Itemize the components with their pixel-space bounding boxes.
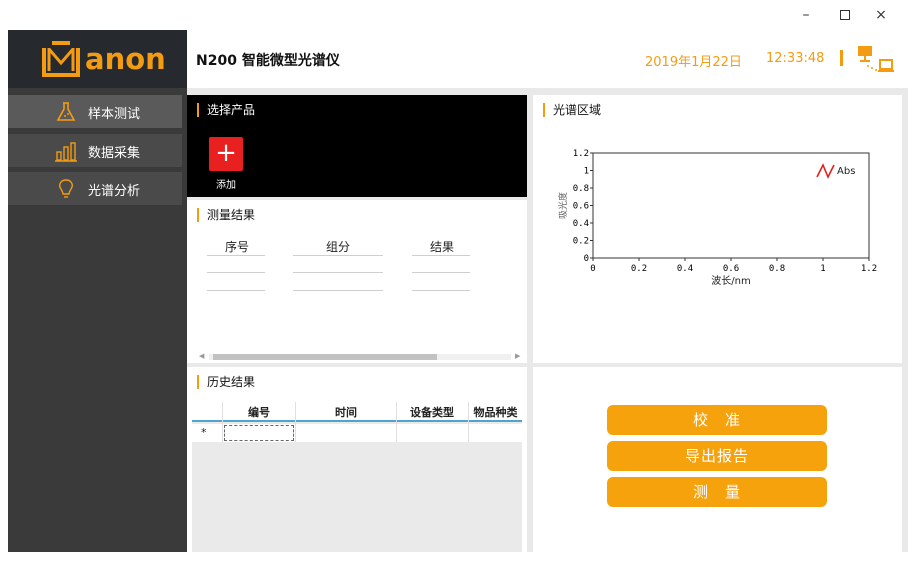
column-header-item-type[interactable]: 物品种类 <box>469 404 522 420</box>
grid-line <box>396 402 397 442</box>
maximize-button[interactable] <box>830 5 860 25</box>
y-tick-label: 0.4 <box>573 219 589 229</box>
y-axis: 0 0.2 0.4 0.6 0.8 1 1.2 <box>573 149 593 264</box>
spectrum-chart[interactable]: 0 0.2 0.4 0.6 0.8 1 1.2 0 0.2 0.4 0.6 0.8 1 1.2 波长/n… <box>533 95 902 363</box>
time-display: 12:33:48 <box>766 51 825 66</box>
grid-line <box>222 402 223 442</box>
new-row-marker: * <box>201 426 207 439</box>
y-tick-label: 1 <box>584 167 589 177</box>
scroll-right-icon[interactable]: ▶ <box>515 352 520 361</box>
selected-cell[interactable] <box>224 425 294 441</box>
x-tick-label: 1.2 <box>861 264 877 274</box>
column-underline <box>293 255 383 256</box>
column-header-index[interactable]: 序号 <box>207 238 267 255</box>
chart-legend: Abs <box>816 163 855 179</box>
x-tick-label: 0 <box>590 264 595 274</box>
row-line <box>412 290 470 291</box>
panel-title: 测量结果 <box>197 208 255 222</box>
bar-chart-icon <box>55 142 77 162</box>
sidebar-item-sample-test[interactable]: 样本测试 <box>8 95 182 128</box>
column-header-component[interactable]: 组分 <box>293 238 383 255</box>
column-underline <box>207 255 265 256</box>
measure-button[interactable]: 测 量 <box>607 477 827 507</box>
logo-text: anon <box>85 42 166 76</box>
spectrum-panel: 光谱区域 0 0.2 0.4 0.6 0.8 1 1.2 0 0.2 0.4 0.6 0.8 1 1.2… <box>533 95 902 363</box>
close-button[interactable]: × <box>866 5 896 25</box>
legend-label: Abs <box>837 166 855 177</box>
history-grid[interactable]: 编号 时间 设备类型 物品种类 * <box>192 402 522 552</box>
maximize-icon <box>840 10 850 20</box>
panel-title: 历史结果 <box>197 375 255 389</box>
x-axis: 0 0.2 0.4 0.6 0.8 1 1.2 <box>590 258 877 274</box>
measurement-results-panel: 测量结果 序号 组分 结果 ◀ ▶ <box>187 200 527 363</box>
logo: anon <box>8 30 187 88</box>
y-tick-label: 0 <box>584 254 589 264</box>
row-line <box>293 272 383 273</box>
grid-line <box>295 402 296 442</box>
column-header-number[interactable]: 编号 <box>224 404 294 420</box>
x-axis-label: 波长/nm <box>711 274 750 287</box>
x-tick-label: 0.8 <box>769 264 785 274</box>
grid-line <box>468 402 469 442</box>
network-computer-icon[interactable] <box>856 44 896 74</box>
row-line <box>207 290 265 291</box>
x-tick-label: 0.6 <box>723 264 739 274</box>
column-header-result[interactable]: 结果 <box>412 238 472 255</box>
row-line <box>412 272 470 273</box>
export-report-button[interactable]: 导出报告 <box>607 441 827 471</box>
lightbulb-icon <box>59 179 73 198</box>
panel-title: 选择产品 <box>197 103 255 117</box>
sidebar-item-label: 光谱分析 <box>88 184 141 199</box>
app-title: N200 智能微型光谱仪 <box>196 53 340 69</box>
y-tick-label: 0.8 <box>573 184 589 194</box>
scroll-thumb[interactable] <box>213 354 437 360</box>
history-grid-header: 编号 时间 设备类型 物品种类 <box>192 402 522 422</box>
date-display: 2019年1月22日 <box>645 55 742 70</box>
window-titlebar <box>0 0 917 30</box>
table-row[interactable]: * <box>192 424 522 442</box>
x-tick-label: 0.2 <box>631 264 647 274</box>
add-product-button[interactable]: + <box>209 137 243 171</box>
scroll-left-icon[interactable]: ◀ <box>199 352 204 361</box>
y-tick-label: 0.2 <box>573 237 589 247</box>
row-line <box>293 290 383 291</box>
logo-m-icon <box>42 41 80 77</box>
actions-panel: 校 准 导出报告 测 量 <box>533 367 902 552</box>
sidebar-item-label: 样本测试 <box>88 107 141 122</box>
legend-marker <box>816 163 835 179</box>
column-header-time[interactable]: 时间 <box>296 404 396 420</box>
horizontal-scrollbar[interactable]: ◀ ▶ <box>199 352 521 361</box>
column-header-device-type[interactable]: 设备类型 <box>397 404 467 420</box>
header-separator <box>840 50 843 66</box>
sidebar-item-label: 数据采集 <box>88 146 141 161</box>
x-tick-label: 0.4 <box>677 264 693 274</box>
sidebar-item-spectrum-analysis[interactable]: 光谱分析 <box>8 172 182 205</box>
sidebar-item-data-collection[interactable]: 数据采集 <box>8 134 182 167</box>
y-tick-label: 1.2 <box>573 149 589 159</box>
y-tick-label: 0.6 <box>573 202 589 212</box>
row-line <box>207 272 265 273</box>
plot-area <box>592 152 870 259</box>
add-product-label: 添加 <box>216 180 236 191</box>
y-axis-label: 吸光度 <box>557 192 569 219</box>
minimize-button[interactable]: – <box>791 5 821 25</box>
history-results-panel: 历史结果 编号 时间 设备类型 物品种类 * <box>187 367 527 552</box>
column-underline <box>412 255 470 256</box>
calibrate-button[interactable]: 校 准 <box>607 405 827 435</box>
select-product-panel: 选择产品 + 添加 <box>187 95 527 197</box>
flask-icon <box>56 102 76 121</box>
x-tick-label: 1 <box>820 264 825 274</box>
